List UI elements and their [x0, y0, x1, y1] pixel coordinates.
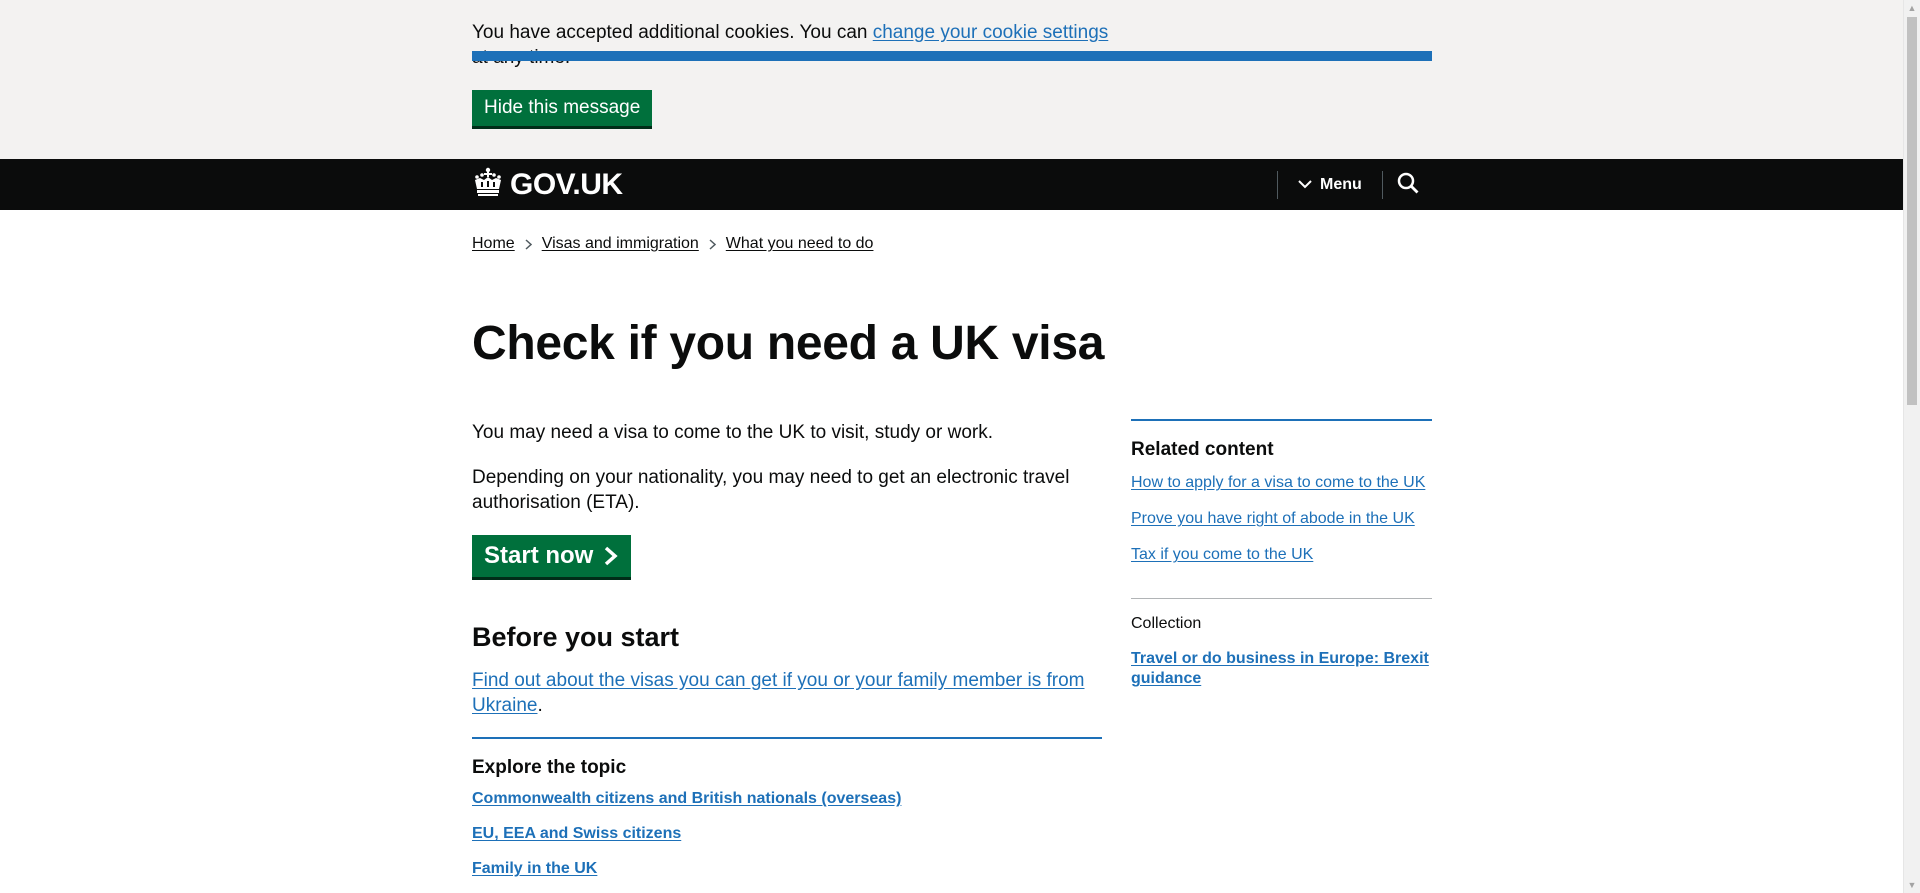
breadcrumb-what-to-do[interactable]: What you need to do: [726, 235, 874, 253]
list-item: Family in the UK: [472, 859, 1102, 879]
scroll-up-icon[interactable]: ▲: [1904, 0, 1920, 16]
list-item: How to apply for a visa to come to the U…: [1131, 473, 1432, 493]
related-link-apply-visa[interactable]: How to apply for a visa to come to the U…: [1131, 474, 1425, 491]
change-cookie-settings-link[interactable]: change your cookie settings: [873, 22, 1109, 43]
logo-text: GOV.UK: [510, 167, 623, 201]
list-item: EU, EEA and Swiss citizens: [472, 824, 1102, 844]
collection-link[interactable]: Travel or do business in Europe: Brexit …: [1131, 649, 1432, 689]
list-item: Commonwealth citizens and British nation…: [472, 789, 1102, 809]
explore-list: Commonwealth citizens and British nation…: [472, 789, 1102, 879]
intro-paragraph-2: Depending on your nationality, you may n…: [472, 467, 1070, 513]
crown-icon: [472, 167, 504, 202]
before-you-start-heading: Before you start: [472, 622, 680, 652]
header-nav: Menu: [1277, 171, 1419, 199]
ukraine-paragraph: Find out about the visas you can get if …: [472, 668, 1092, 718]
explore-link-eu[interactable]: EU, EEA and Swiss citizens: [472, 825, 681, 842]
breadcrumb-home[interactable]: Home: [472, 235, 515, 253]
collection-label: Collection: [1131, 615, 1202, 632]
chevron-right-icon: [709, 238, 716, 250]
cookie-message: You have accepted additional cookies. Yo…: [472, 20, 1112, 70]
related-list: How to apply for a visa to come to the U…: [1131, 473, 1432, 565]
hide-message-button[interactable]: Hide this message: [472, 90, 653, 126]
explore-link-family[interactable]: Family in the UK: [472, 860, 597, 877]
chevron-right-icon: [525, 238, 532, 250]
start-now-label: Start now: [484, 542, 594, 569]
explore-topic: Explore the topic Commonwealth citizens …: [472, 737, 1102, 893]
breadcrumb: Home Visas and immigration What you need…: [472, 235, 873, 253]
chevron-down-icon: [1298, 176, 1312, 194]
related-link-right-of-abode[interactable]: Prove you have right of abode in the UK: [1131, 510, 1415, 527]
search-button[interactable]: [1383, 172, 1419, 199]
ukraine-period: .: [537, 695, 543, 716]
menu-label: Menu: [1320, 176, 1362, 193]
scroll-down-icon[interactable]: ▼: [1904, 877, 1920, 893]
related-heading: Related content: [1131, 439, 1274, 460]
menu-button[interactable]: Menu: [1278, 176, 1382, 194]
govuk-logo-link[interactable]: GOV.UK: [472, 167, 623, 202]
scrollbar-thumb[interactable]: [1907, 17, 1917, 405]
search-icon: [1397, 172, 1419, 199]
header-blue-bar: [472, 51, 1432, 61]
start-now-button[interactable]: Start now: [472, 535, 632, 577]
page: You have accepted additional cookies. Yo…: [0, 0, 1903, 877]
intro-paragraph-1: You may need a visa to come to the UK to…: [472, 422, 993, 443]
vertical-scrollbar[interactable]: ▲ ▼: [1903, 0, 1920, 893]
related-link-tax[interactable]: Tax if you come to the UK: [1131, 546, 1313, 563]
cookie-message-text: You have accepted additional cookies. Yo…: [472, 22, 873, 43]
related-content: Related content How to apply for a visa …: [1131, 419, 1432, 581]
page-title: Check if you need a UK visa: [472, 317, 1105, 370]
site-header: GOV.UK Menu: [0, 159, 1903, 210]
list-item: Tax if you come to the UK: [1131, 545, 1432, 565]
list-item: Prove you have right of abode in the UK: [1131, 509, 1432, 529]
explore-link-commonwealth[interactable]: Commonwealth citizens and British nation…: [472, 790, 901, 807]
cookie-banner: You have accepted additional cookies. Yo…: [0, 0, 1903, 159]
arrow-right-icon: [603, 546, 619, 566]
breadcrumb-visas[interactable]: Visas and immigration: [542, 235, 699, 253]
collection: Collection Travel or do business in Euro…: [1131, 598, 1432, 689]
explore-heading: Explore the topic: [472, 757, 627, 778]
ukraine-link[interactable]: Find out about the visas you can get if …: [472, 670, 1085, 716]
